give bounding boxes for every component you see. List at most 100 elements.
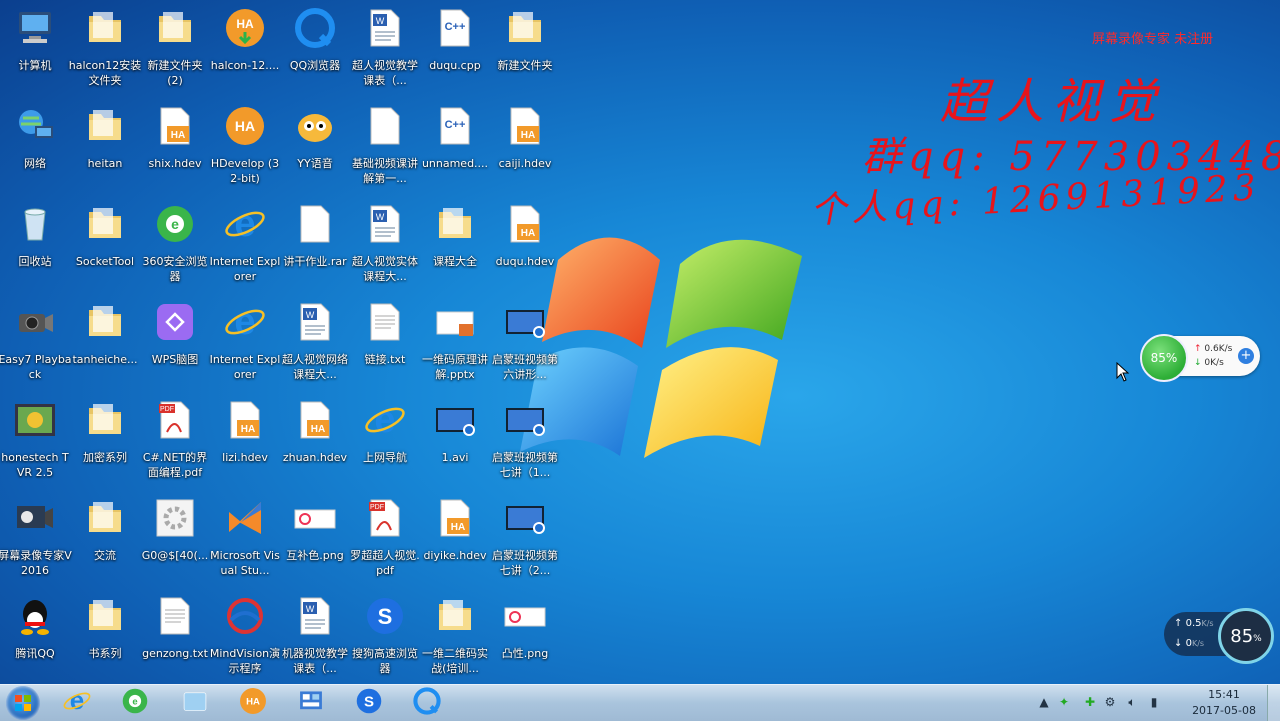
desktop-icon[interactable]: 一维二维码实战(培训...	[420, 592, 490, 688]
desktop-icon[interactable]: S 搜狗高速浏览器	[350, 592, 420, 688]
volume-icon[interactable]: 🔈︎	[1124, 695, 1140, 711]
desktop-icon[interactable]: 凸性.png	[490, 592, 560, 688]
desktop-icon[interactable]: 1.avi	[420, 396, 490, 492]
signal-icon[interactable]: ▮	[1146, 695, 1162, 711]
blank-file-icon	[361, 102, 409, 150]
desktop-icon-label: G0@$[40(...	[141, 549, 209, 562]
desktop-icon[interactable]: 计算机	[0, 4, 70, 100]
desktop-icon[interactable]: 书系列	[70, 592, 140, 688]
start-button[interactable]	[6, 686, 40, 720]
computer-icon	[11, 4, 59, 52]
desktop-icon[interactable]: e Internet Explorer	[209, 200, 281, 296]
desktop-icon[interactable]: 网络	[0, 102, 70, 198]
desktop-icon[interactable]: HA HDevelop (32-bit)	[210, 102, 280, 198]
desktop-icon[interactable]: W 机器视觉教学课表（...	[280, 592, 350, 688]
desktop-icon[interactable]: 屏幕录像专家V2016	[0, 494, 72, 590]
desktop-icon[interactable]: 交流	[70, 494, 140, 590]
desktop-icon[interactable]: 加密系列	[70, 396, 140, 492]
desktop-icon[interactable]: 讲干作业.rar	[280, 200, 350, 296]
desktop-icon[interactable]: YY语音	[280, 102, 350, 198]
desktop-icon[interactable]: SocketTool	[70, 200, 140, 296]
tvr-icon	[11, 396, 59, 444]
desktop-icon[interactable]: Microsoft Visual Stu...	[210, 494, 280, 590]
svg-text:S: S	[364, 693, 374, 710]
desktop-icon[interactable]: 新建文件夹 (2)	[140, 4, 210, 100]
monitor-upload-unit: K/s	[1201, 619, 1214, 628]
desktop-icon[interactable]: C++ unnamed....	[420, 102, 490, 198]
desktop-icon[interactable]: WPS脑图	[140, 298, 210, 394]
desktop-icon[interactable]: 互补色.png	[280, 494, 350, 590]
video-file-icon	[431, 396, 479, 444]
security-tray-icon[interactable]: ✚	[1082, 695, 1098, 711]
desktop-icon-label: 超人视觉网络课程大...	[282, 353, 348, 381]
desktop-icon-label: 启蒙班视频第七讲（1...	[492, 451, 558, 479]
taskbar-button[interactable]	[406, 687, 448, 719]
desktop-icon[interactable]: e 360安全浏览器	[140, 200, 210, 296]
desktop-icon[interactable]: genzong.txt	[140, 592, 210, 688]
desktop-icon-label: unnamed....	[421, 157, 489, 170]
desktop-icon[interactable]: 启蒙班视频第七讲（2...	[490, 494, 560, 590]
desktop-icon[interactable]: HA duqu.hdev	[490, 200, 560, 296]
desktop-icon[interactable]: HA diyike.hdev	[420, 494, 490, 590]
desktop-icon[interactable]: W 超人视觉实体课程大...	[350, 200, 420, 296]
desktop-icon-label: 书系列	[88, 647, 122, 660]
word-doc-icon: W	[291, 592, 339, 640]
desktop-icon[interactable]: 腾讯QQ	[0, 592, 70, 688]
taskbar-button[interactable]	[174, 687, 216, 719]
network-monitor-widget[interactable]: ↑ 0.5K/s ↓ 0K/s 85%	[1164, 608, 1274, 664]
sogou-browser-icon: S	[361, 592, 409, 640]
desktop-icon[interactable]: halcon12安装文件夹	[69, 4, 141, 100]
desktop-icon[interactable]: tanheiche...	[70, 298, 140, 394]
desktop-icon[interactable]: HA shix.hdev	[140, 102, 210, 198]
desktop-icon-label: Internet Explorer	[209, 353, 281, 381]
desktop-icon-label: MindVision演示程序	[209, 647, 281, 675]
desktop: 屏幕录像专家 未注册 超人视觉 群qq: 577303448 个人qq: 126…	[0, 0, 1280, 684]
desktop-icon[interactable]: PDF C#.NET的界面编程.pdf	[140, 396, 210, 492]
desktop-icon[interactable]: W 超人视觉教学课表（...	[350, 4, 420, 100]
taskbar-button[interactable]: S	[348, 687, 390, 719]
desktop-icon[interactable]: heitan	[70, 102, 140, 198]
desktop-icon[interactable]: 链接.txt	[350, 298, 420, 394]
desktop-icon[interactable]: 回收站	[0, 200, 70, 296]
desktop-icon[interactable]: HA lizi.hdev	[210, 396, 280, 492]
show-hidden-icons-icon[interactable]: ▲	[1036, 695, 1052, 711]
network-speed-widget[interactable]: 85% ↑ 0.6K/s ↓ 0K/s +	[1140, 334, 1260, 382]
svg-text:e: e	[171, 216, 179, 232]
word-doc-icon: W	[361, 200, 409, 248]
desktop-icon[interactable]: e Internet Explorer	[209, 298, 281, 394]
desktop-icon[interactable]: 新建文件夹	[490, 4, 560, 100]
taskbar-button[interactable]: e	[114, 687, 156, 719]
desktop-icon[interactable]: MindVision演示程序	[210, 592, 280, 688]
desktop-icon[interactable]: 启蒙班视频第六讲形...	[490, 298, 560, 394]
sogou-browser-icon: S	[354, 686, 384, 720]
clock[interactable]: 15:41 2017-05-08	[1192, 687, 1256, 719]
desktop-icon[interactable]: C++ duqu.cpp	[420, 4, 490, 100]
desktop-icon[interactable]: G0@$[40(...	[140, 494, 210, 590]
desktop-icon[interactable]: honestech TVR 2.5	[0, 396, 70, 492]
app-tray-icon[interactable]: ✦	[1056, 695, 1072, 711]
desktop-icon[interactable]: W 超人视觉网络课程大...	[280, 298, 350, 394]
desktop-icon[interactable]: Easy7 Playback	[0, 298, 72, 394]
taskbar-button[interactable]: HA	[232, 687, 274, 719]
taskbar-button[interactable]	[290, 687, 332, 719]
svg-text:W: W	[306, 310, 315, 320]
desktop-icon[interactable]: HA zhuan.hdev	[280, 396, 350, 492]
plus-icon[interactable]: +	[1238, 348, 1254, 364]
taskbar-button[interactable]: e	[56, 687, 98, 719]
desktop-icon[interactable]: 基础视频课讲解第一...	[350, 102, 420, 198]
desktop-icon[interactable]: e 上网导航	[350, 396, 420, 492]
desktop-icon-label: 凸性.png	[501, 647, 549, 660]
clock-time: 15:41	[1208, 688, 1240, 701]
desktop-icon[interactable]: 课程大全	[420, 200, 490, 296]
show-desktop-button[interactable]	[1267, 685, 1280, 721]
desktop-icon[interactable]: 启蒙班视频第七讲（1...	[490, 396, 560, 492]
desktop-icon-label: Internet Explorer	[209, 255, 281, 283]
hdev-file-icon: HA	[151, 102, 199, 150]
desktop-icon[interactable]: 一维码原理讲解.pptx	[420, 298, 490, 394]
desktop-icon[interactable]: HA halcon-12....	[210, 4, 280, 100]
network-tray-icon[interactable]: ⚙	[1102, 695, 1118, 711]
desktop-icon[interactable]: PDF 罗超超人视觉.pdf	[350, 494, 420, 590]
desktop-icon[interactable]: QQ浏览器	[280, 4, 350, 100]
desktop-icon[interactable]: HA caiji.hdev	[490, 102, 560, 198]
hdev-file-icon: HA	[221, 396, 269, 444]
